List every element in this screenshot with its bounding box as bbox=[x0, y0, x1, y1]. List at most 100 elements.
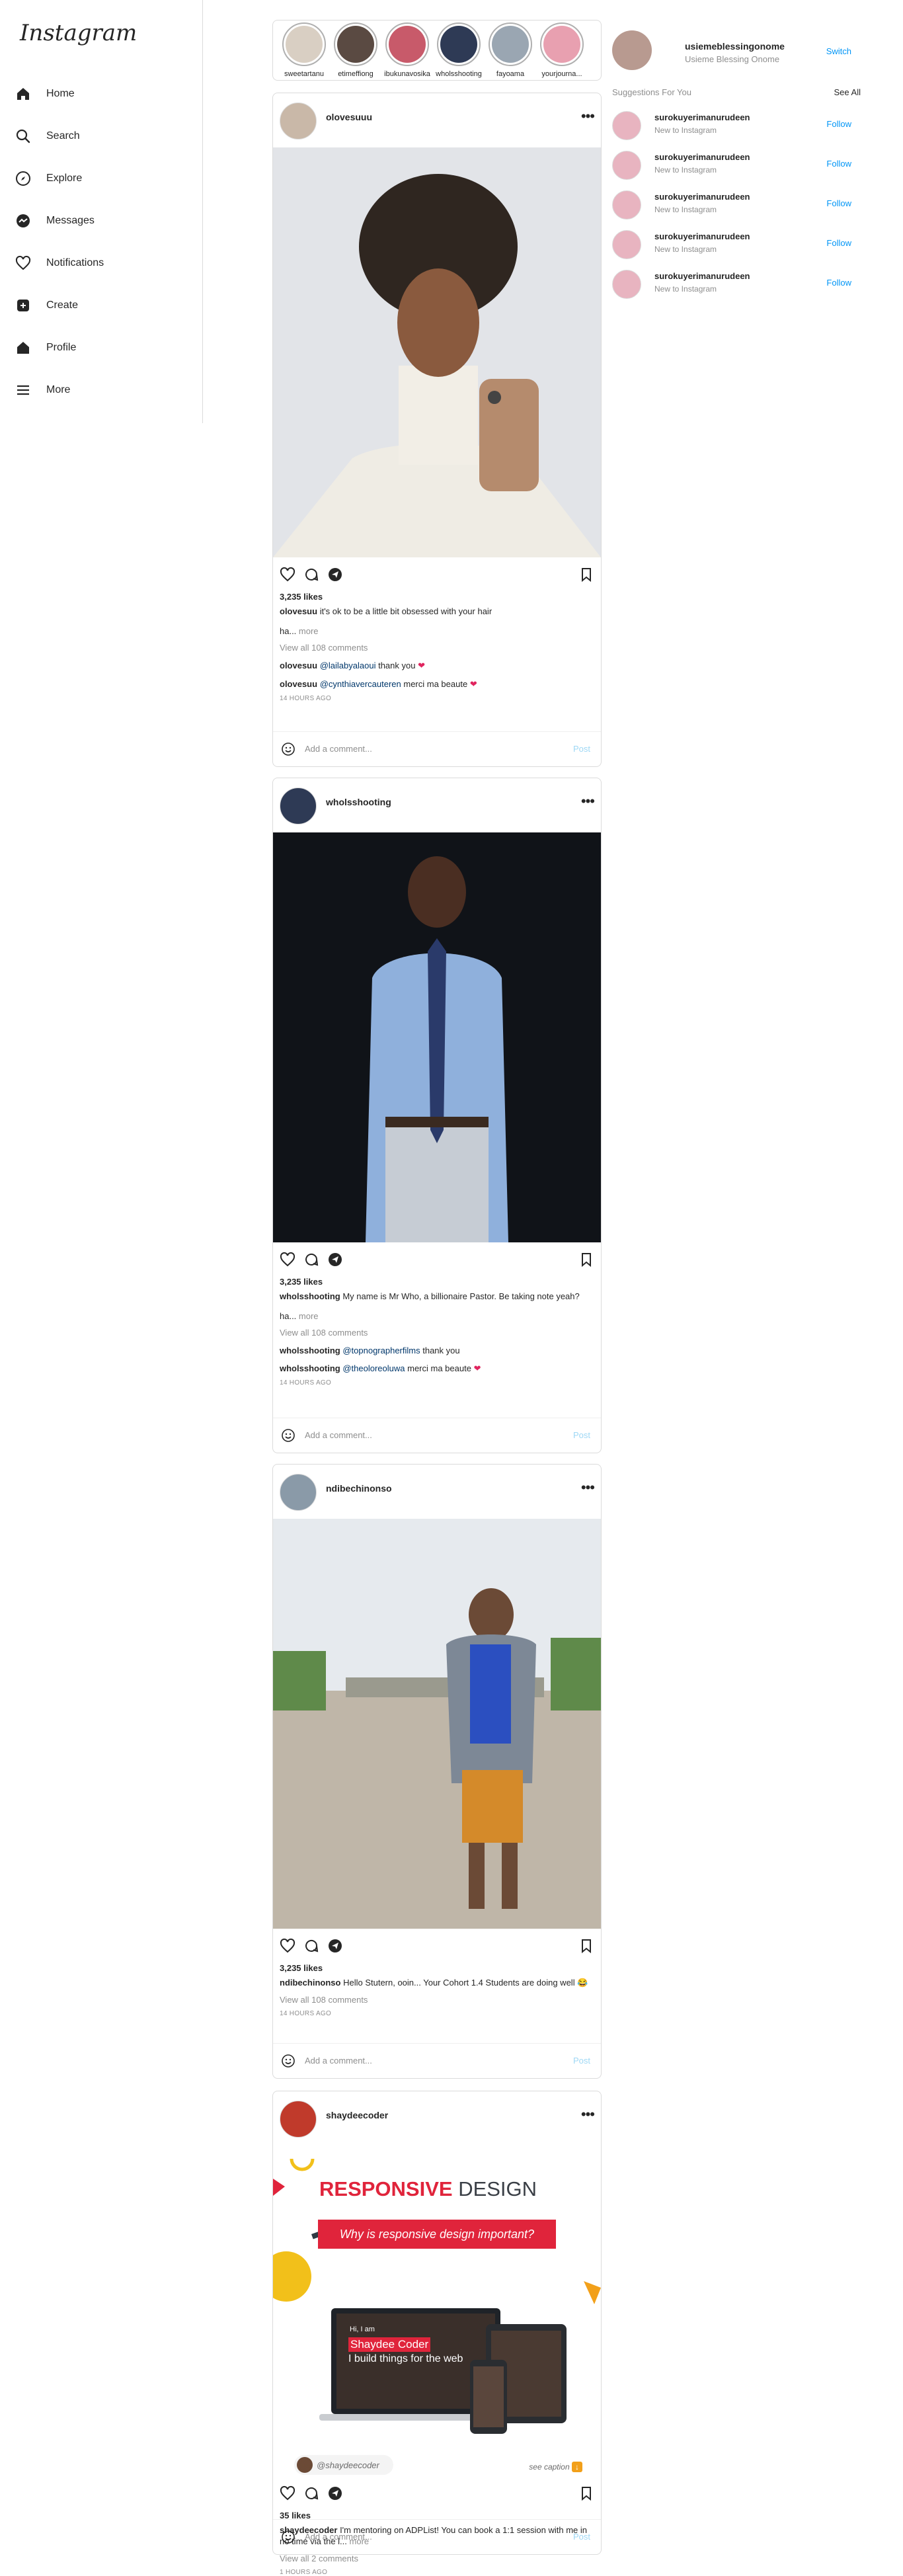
story-item[interactable]: fayoama bbox=[485, 22, 536, 78]
like-heart-icon[interactable] bbox=[280, 2485, 295, 2501]
post-comment-button[interactable]: Post bbox=[573, 744, 590, 754]
share-icon[interactable] bbox=[327, 1938, 343, 1954]
suggestion-username[interactable]: surokuyerimanurudeen bbox=[654, 112, 750, 122]
avatar[interactable] bbox=[612, 151, 641, 180]
story-item[interactable]: sweetartanu bbox=[278, 22, 330, 78]
post-comment-button[interactable]: Post bbox=[573, 1430, 590, 1440]
bookmark-icon[interactable] bbox=[578, 1252, 594, 1268]
suggestion-username[interactable]: surokuyerimanurudeen bbox=[654, 231, 750, 241]
more-link[interactable]: more bbox=[299, 626, 319, 636]
post-username[interactable]: wholsshooting bbox=[326, 797, 391, 807]
follow-button[interactable]: Follow bbox=[826, 159, 851, 169]
comment-icon[interactable] bbox=[303, 2485, 319, 2501]
avatar[interactable] bbox=[612, 190, 641, 220]
post-comment-button[interactable]: Post bbox=[573, 2056, 590, 2066]
comment-username[interactable]: wholsshooting bbox=[280, 1346, 340, 1355]
comment-mention[interactable]: @theoloreoluwa bbox=[342, 1363, 405, 1373]
post-username[interactable]: olovesuuu bbox=[326, 112, 372, 122]
follow-button[interactable]: Follow bbox=[826, 198, 851, 208]
share-icon[interactable] bbox=[327, 1252, 343, 1268]
avatar[interactable] bbox=[612, 270, 641, 299]
share-icon[interactable] bbox=[327, 567, 343, 583]
add-comment-input[interactable]: Add a comment... bbox=[305, 2532, 372, 2542]
suggestion-username[interactable]: surokuyerimanurudeen bbox=[654, 152, 750, 162]
more-options-icon[interactable]: ••• bbox=[581, 109, 595, 124]
sidebar-item-profile[interactable]: Profile bbox=[15, 327, 104, 369]
comment-mention[interactable]: @lailabyalaoui bbox=[320, 661, 376, 670]
post-image[interactable] bbox=[273, 147, 601, 557]
sidebar-item-search[interactable]: Search bbox=[15, 115, 104, 157]
current-username[interactable]: usiemeblessingonome bbox=[685, 41, 785, 52]
caption-username[interactable]: ndibechinonso bbox=[280, 1978, 340, 1988]
comment-text: thank you bbox=[422, 1346, 460, 1355]
sidebar-item-notifications[interactable]: Notifications bbox=[15, 242, 104, 284]
more-options-icon[interactable]: ••• bbox=[581, 1480, 595, 1495]
comment-username[interactable]: olovesuu bbox=[280, 661, 317, 670]
bookmark-icon[interactable] bbox=[578, 567, 594, 583]
story-item[interactable]: ibukunavosika bbox=[381, 22, 433, 78]
emoji-smile-icon[interactable] bbox=[281, 1428, 295, 1443]
sidebar-item-home[interactable]: Home bbox=[15, 73, 104, 115]
avatar[interactable] bbox=[612, 230, 641, 259]
bookmark-icon[interactable] bbox=[578, 1938, 594, 1954]
avatar[interactable] bbox=[612, 30, 652, 70]
emoji-smile-icon[interactable] bbox=[281, 2530, 295, 2544]
suggestion-username[interactable]: surokuyerimanurudeen bbox=[654, 192, 750, 202]
post-image[interactable] bbox=[273, 832, 601, 1242]
comment-icon[interactable] bbox=[303, 1252, 319, 1268]
story-item[interactable]: etimeffiong bbox=[330, 22, 381, 78]
bookmark-icon[interactable] bbox=[578, 2485, 594, 2501]
comment-icon[interactable] bbox=[303, 567, 319, 583]
comment-username[interactable]: wholsshooting bbox=[280, 1363, 340, 1373]
more-options-icon[interactable]: ••• bbox=[581, 794, 595, 809]
like-heart-icon[interactable] bbox=[280, 1252, 295, 1268]
follow-button[interactable]: Follow bbox=[826, 119, 851, 129]
suggestion-username[interactable]: surokuyerimanurudeen bbox=[654, 271, 750, 281]
avatar[interactable] bbox=[612, 111, 641, 140]
instagram-logo[interactable]: Instagram bbox=[20, 20, 137, 46]
more-options-icon[interactable]: ••• bbox=[581, 2107, 595, 2122]
comment-mention[interactable]: @cynthiavercauteren bbox=[320, 679, 401, 689]
switch-account-button[interactable]: Switch bbox=[826, 46, 851, 56]
sidebar-item-more[interactable]: More bbox=[15, 369, 104, 411]
add-comment-input[interactable]: Add a comment... bbox=[305, 1430, 372, 1440]
comment-mention[interactable]: @topnographerfilms bbox=[342, 1346, 420, 1355]
post-username[interactable]: ndibechinonso bbox=[326, 1483, 392, 1494]
view-all-comments-link[interactable]: View all 108 comments bbox=[280, 1995, 594, 2005]
view-all-comments-link[interactable]: View all 108 comments bbox=[280, 1328, 594, 1338]
post-timestamp: 14 HOURS AGO bbox=[280, 2010, 332, 2017]
view-all-comments-link[interactable]: View all 2 comments bbox=[280, 2554, 594, 2563]
post-username[interactable]: shaydeecoder bbox=[326, 2110, 388, 2120]
sidebar-item-create[interactable]: Create bbox=[15, 284, 104, 327]
see-all-link[interactable]: See All bbox=[834, 87, 861, 97]
more-link[interactable]: more bbox=[299, 1311, 319, 1321]
likes-count[interactable]: 3,235 likes bbox=[280, 1963, 601, 1973]
caption-username[interactable]: wholsshooting bbox=[280, 1291, 340, 1301]
sidebar-item-messages[interactable]: Messages bbox=[15, 200, 104, 242]
post-comment-button[interactable]: Post bbox=[573, 2532, 590, 2542]
comment-icon[interactable] bbox=[303, 1938, 319, 1954]
post-image[interactable]: RESPONSIVE DESIGN Why is responsive desi… bbox=[273, 2146, 601, 2476]
add-comment-input[interactable]: Add a comment... bbox=[305, 2056, 372, 2066]
like-heart-icon[interactable] bbox=[280, 1938, 295, 1954]
likes-count[interactable]: 3,235 likes bbox=[280, 592, 601, 602]
follow-button[interactable]: Follow bbox=[826, 238, 851, 248]
likes-count[interactable]: 3,235 likes bbox=[280, 1277, 601, 1287]
story-item[interactable]: yourjourna... bbox=[536, 22, 588, 78]
emoji-smile-icon[interactable] bbox=[281, 2054, 295, 2068]
sidebar-item-explore[interactable]: Explore bbox=[15, 157, 104, 200]
follow-button[interactable]: Follow bbox=[826, 278, 851, 288]
story-item[interactable]: wholsshooting bbox=[433, 22, 485, 78]
comment-username[interactable]: olovesuu bbox=[280, 679, 317, 689]
post-image[interactable] bbox=[273, 1519, 601, 1929]
avatar[interactable] bbox=[280, 1474, 317, 1511]
emoji-smile-icon[interactable] bbox=[281, 742, 295, 756]
avatar[interactable] bbox=[280, 2101, 317, 2138]
add-comment-input[interactable]: Add a comment... bbox=[305, 744, 372, 754]
avatar[interactable] bbox=[280, 102, 317, 140]
like-heart-icon[interactable] bbox=[280, 567, 295, 583]
share-icon[interactable] bbox=[327, 2485, 343, 2501]
caption-username[interactable]: olovesuu bbox=[280, 606, 317, 616]
view-all-comments-link[interactable]: View all 108 comments bbox=[280, 643, 594, 653]
avatar[interactable] bbox=[280, 787, 317, 825]
